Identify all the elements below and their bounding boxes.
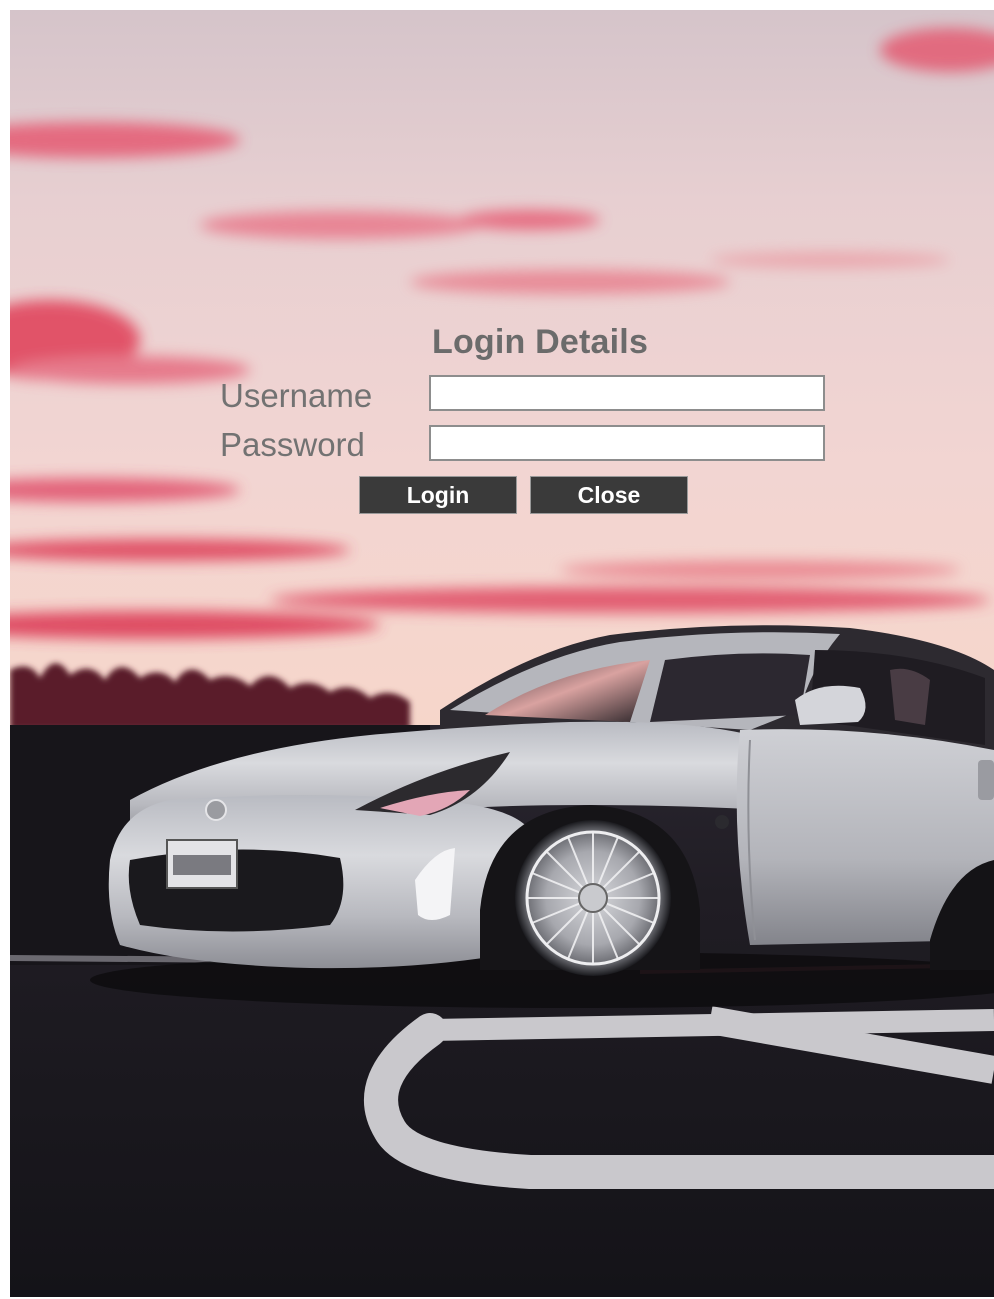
login-title: Login Details bbox=[432, 323, 649, 361]
login-window: Login Details Username Password Login Cl… bbox=[10, 10, 994, 1297]
close-button[interactable]: Close bbox=[530, 476, 688, 514]
password-label: Password bbox=[220, 426, 365, 463]
password-input[interactable] bbox=[429, 425, 825, 461]
login-button[interactable]: Login bbox=[359, 476, 517, 514]
username-label: Username bbox=[220, 377, 373, 414]
login-form: Login Details Username Password Login Cl… bbox=[10, 10, 994, 610]
username-input[interactable] bbox=[429, 375, 825, 411]
